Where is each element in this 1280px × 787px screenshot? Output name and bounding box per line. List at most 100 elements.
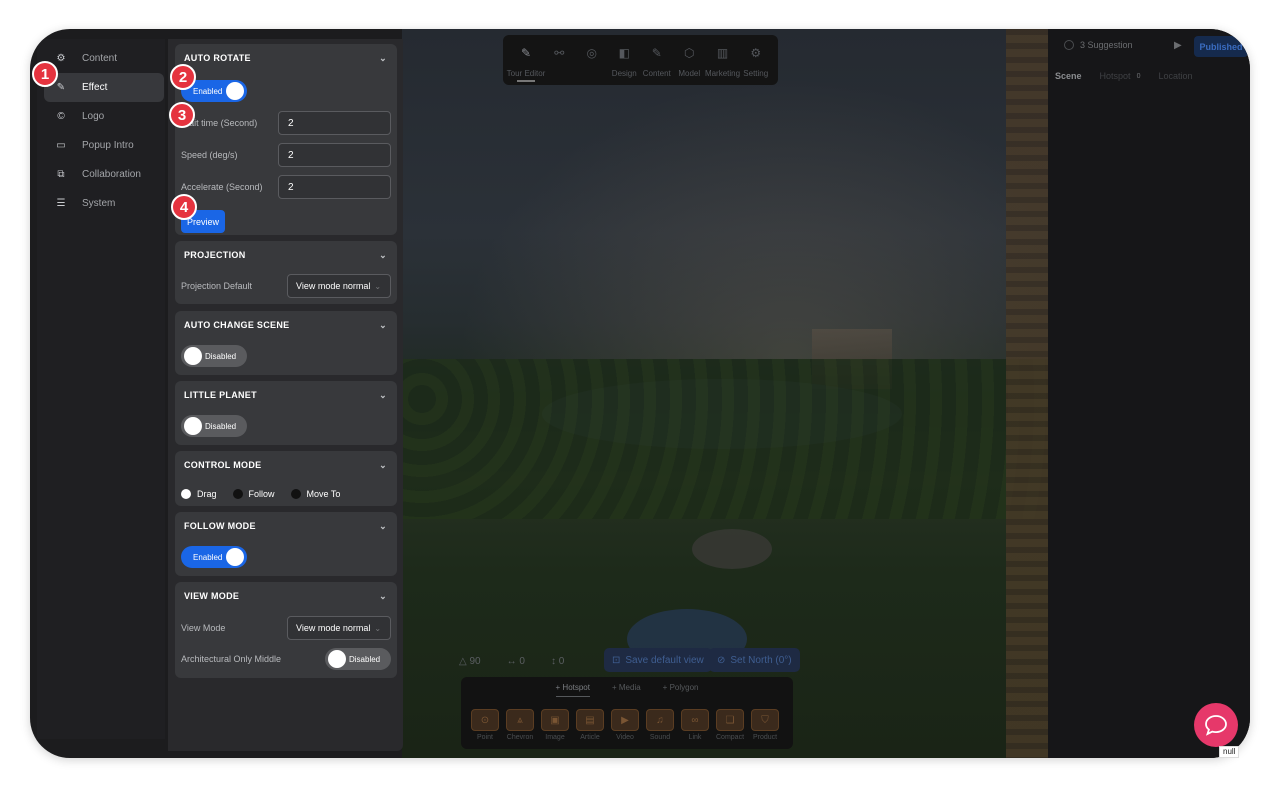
auto-rotate-header[interactable]: AUTO ROTATE ⌄	[175, 44, 397, 72]
projection-default-select[interactable]: View mode normal ⌄	[287, 274, 391, 298]
hotspot-article[interactable]: ▤ Article	[576, 709, 604, 741]
sidebar-item-popup-intro[interactable]: ▭ Popup Intro	[44, 131, 164, 160]
window-icon: ▭	[56, 140, 66, 151]
sidebar-item-system[interactable]: ☰ System	[44, 189, 164, 218]
chevron-down-icon: ⌄	[374, 623, 382, 633]
app-window: ✎ Tour Editor ⚯ ◎ ◧ Design ✎ Content ⬡ Model…	[30, 29, 1250, 758]
architectural-toggle[interactable]: Disabled	[325, 648, 391, 670]
nodes-button[interactable]: ⚯	[543, 35, 576, 85]
projection-header[interactable]: PROJECTION ⌄	[175, 241, 397, 269]
scene-tower	[1006, 29, 1048, 758]
hotspot-sound[interactable]: ♫ Sound	[646, 709, 674, 741]
chat-button[interactable]	[1194, 703, 1238, 747]
control-mode-follow[interactable]: Follow	[232, 489, 275, 499]
compact-icon: ❏	[716, 709, 744, 731]
copyright-icon: ©	[57, 111, 65, 122]
gear-icon: ⚙	[750, 46, 762, 60]
toggle-knob	[184, 417, 202, 435]
tab-location[interactable]: Location	[1158, 71, 1192, 81]
hotspot-video[interactable]: ▶ Video	[611, 709, 639, 741]
auto-rotate-card: AUTO ROTATE ⌄ Enabled Wait time (Second) 2…	[175, 44, 397, 235]
spinner-icon	[1064, 40, 1074, 50]
little-planet-header[interactable]: LITTLE PLANET ⌄	[175, 381, 397, 409]
accelerate-input[interactable]: 2	[278, 175, 391, 199]
sidebar-item-effect[interactable]: ✎ Effect	[44, 73, 164, 102]
chevron-down-icon: ⌄	[379, 590, 387, 601]
save-default-view-button[interactable]: ⊡ Save default view	[604, 648, 712, 672]
set-north-button[interactable]: ⊘ Set North (0°)	[709, 648, 800, 672]
tab-add-hotspot[interactable]: + Hotspot	[555, 683, 590, 697]
hotspot-toolbar: + Hotspot + Media + Polygon ⊙ Point ⩓ Chev…	[461, 677, 793, 749]
hotspot-compact[interactable]: ❏ Compact	[716, 709, 744, 741]
vertical-arrows-icon: ↕	[550, 655, 559, 667]
auto-change-scene-toggle[interactable]: Disabled	[181, 345, 247, 367]
control-mode-header[interactable]: CONTROL MODE ⌄	[175, 451, 397, 479]
view-mode-row: View Mode View mode normal ⌄	[181, 616, 391, 640]
wait-time-row: Wait time (Second) 2	[181, 111, 391, 135]
tab-marketing[interactable]: ▥ Marketing	[705, 35, 740, 85]
tab-design[interactable]: ◧ Design	[608, 35, 641, 85]
wait-time-input[interactable]: 2	[278, 111, 391, 135]
projection-card: PROJECTION ⌄ Projection Default View mode …	[175, 241, 397, 304]
hotspot-count: 0	[1136, 72, 1141, 80]
tab-scene[interactable]: Scene	[1055, 71, 1082, 81]
hotspot-product[interactable]: ⛉ Product	[751, 709, 779, 741]
suggestion-indicator[interactable]: 3 Suggestion	[1064, 40, 1133, 50]
chevron-down-icon: ⌄	[379, 520, 387, 531]
tab-add-media[interactable]: + Media	[612, 683, 641, 697]
link-icon: ∞	[681, 709, 709, 731]
step-marker-4: 4	[171, 194, 197, 220]
view-mode-card: VIEW MODE ⌄ View Mode View mode normal ⌄ Ar…	[175, 582, 397, 678]
hotspot-chevron[interactable]: ⩓ Chevron	[506, 709, 534, 741]
tab-tour-editor[interactable]: ✎ Tour Editor	[507, 35, 546, 85]
hotspot-point[interactable]: ⊙ Point	[471, 709, 499, 741]
view-mode-select[interactable]: View mode normal ⌄	[287, 616, 391, 640]
cube-icon: ⬡	[684, 46, 695, 60]
little-planet-toggle[interactable]: Disabled	[181, 415, 247, 437]
settings-sidebar: ⚙ Content ✎ Effect © Logo ▭ Popup Intro ⧉ Col…	[37, 39, 165, 739]
scene-list-panel: 3 Suggestion ▶ Published Scene Hotspot 0…	[1048, 29, 1250, 758]
view-mode-header[interactable]: VIEW MODE ⌄	[175, 582, 397, 610]
tab-setting[interactable]: ⚙ Setting	[740, 35, 773, 85]
step-marker-2: 2	[170, 64, 196, 90]
sidebar-item-content[interactable]: ⚙ Content	[44, 44, 164, 73]
tab-content[interactable]: ✎ Content	[641, 35, 674, 85]
scene-trees	[402, 359, 1048, 519]
video-icon: ▶	[611, 709, 639, 731]
gear-icon: ⚙	[56, 53, 66, 64]
auto-change-scene-header[interactable]: AUTO CHANGE SCENE ⌄	[175, 311, 397, 339]
radio	[232, 489, 243, 499]
chart-icon: ▥	[716, 46, 729, 60]
hotspot-image[interactable]: ▣ Image	[541, 709, 569, 741]
tab-hotspot[interactable]: Hotspot	[1100, 71, 1131, 81]
control-mode-options: Drag Follow Move To	[181, 489, 340, 499]
control-mode-card: CONTROL MODE ⌄ Drag Follow Move To	[175, 451, 397, 506]
server-icon: ☰	[56, 198, 66, 209]
design-icon: ◧	[618, 46, 630, 60]
published-button[interactable]: Published	[1194, 36, 1248, 57]
chat-bubbles-icon: ⧉	[57, 169, 65, 180]
follow-mode-toggle[interactable]: Enabled	[181, 546, 247, 568]
pencil-icon: ✎	[520, 46, 532, 60]
toggle-knob	[226, 548, 244, 566]
follow-mode-header[interactable]: FOLLOW MODE ⌄	[175, 512, 397, 540]
toggle-knob	[328, 650, 346, 668]
editor-toolbar: ✎ Tour Editor ⚯ ◎ ◧ Design ✎ Content ⬡ Model…	[503, 35, 778, 85]
control-mode-drag[interactable]: Drag	[181, 489, 217, 499]
scene-pavilion	[692, 529, 772, 569]
sidebar-item-logo[interactable]: © Logo	[44, 102, 164, 131]
pencil-icon: ✎	[56, 82, 66, 93]
sidebar-item-collaboration[interactable]: ⧉ Collaboration	[44, 160, 164, 189]
effect-settings-panel: AUTO ROTATE ⌄ Enabled Wait time (Second) 2…	[168, 39, 403, 751]
fov-icon: △	[459, 655, 470, 667]
tab-add-polygon[interactable]: + Polygon	[663, 683, 699, 697]
hotspot-link[interactable]: ∞ Link	[681, 709, 709, 741]
play-icon[interactable]: ▶	[1174, 40, 1182, 51]
speed-input[interactable]: 2	[278, 143, 391, 167]
debug-tag: null	[1219, 746, 1240, 758]
chevron-down-icon: ⌄	[379, 249, 387, 260]
tab-model[interactable]: ⬡ Model	[673, 35, 706, 85]
target-button[interactable]: ◎	[576, 35, 609, 85]
control-mode-move-to[interactable]: Move To	[290, 489, 340, 499]
radio-selected	[181, 489, 191, 499]
